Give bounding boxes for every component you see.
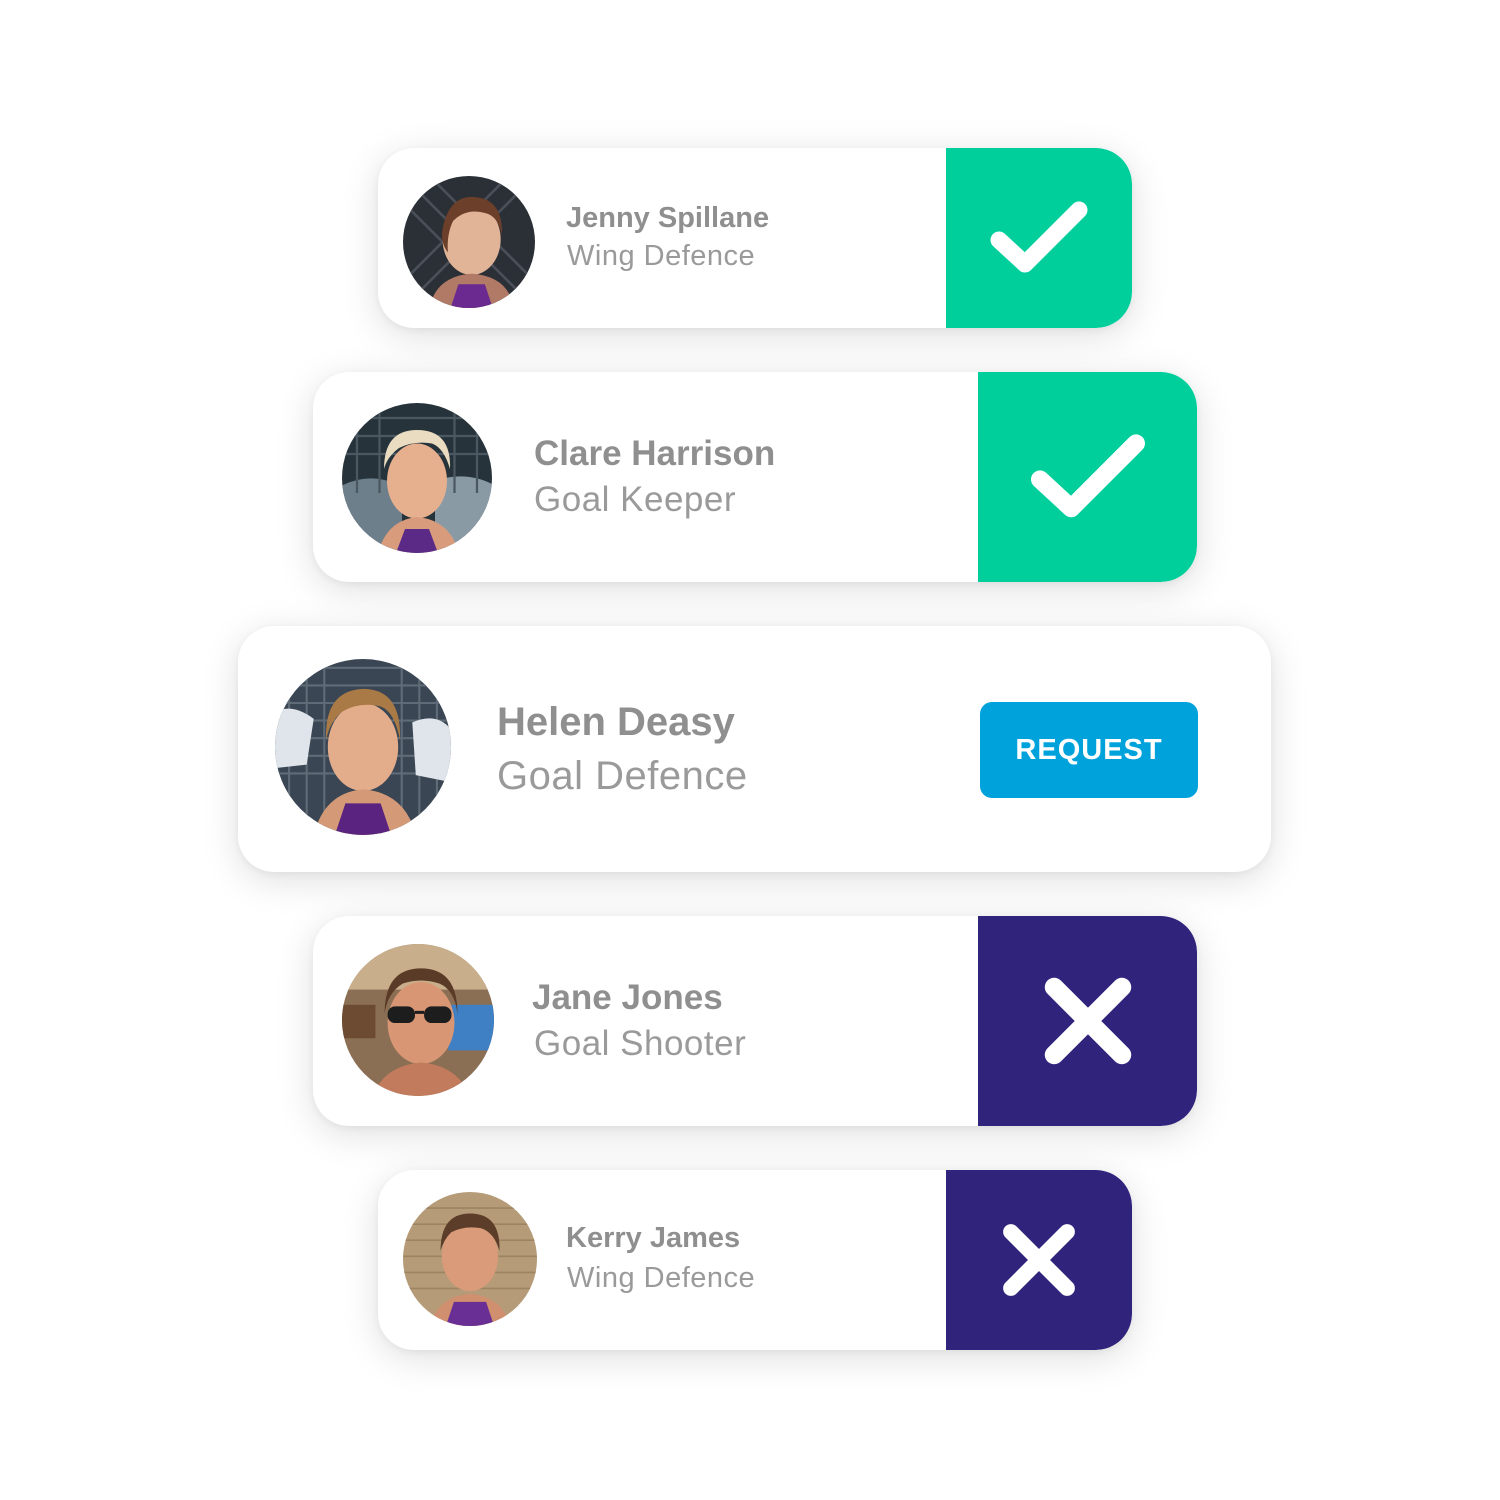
player-card-jane-jones: Jane Jones Goal Shooter: [313, 916, 1197, 1126]
player-avatar: [403, 1192, 537, 1326]
close-icon: [1003, 1224, 1075, 1296]
status-declined-button[interactable]: [946, 1170, 1132, 1350]
player-name: Jenny Spillane: [566, 202, 770, 234]
player-card-jenny-spillane: Jenny Spillane Wing Defence: [378, 148, 1132, 328]
player-position: Goal Defence: [497, 754, 748, 798]
player-card-clare-harrison: Clare Harrison Goal Keeper: [313, 372, 1197, 582]
player-name: Kerry James: [566, 1222, 741, 1254]
player-position: Goal Keeper: [534, 480, 737, 519]
player-name: Helen Deasy: [497, 700, 735, 744]
player-card-kerry-james: Kerry James Wing Defence: [378, 1170, 1132, 1350]
player-position: Goal Shooter: [534, 1024, 747, 1063]
check-icon: [1030, 434, 1145, 518]
player-position: Wing Defence: [567, 240, 756, 272]
player-card-helen-deasy: Helen Deasy Goal Defence REQUEST: [238, 626, 1271, 872]
close-icon: [1044, 977, 1131, 1065]
player-avatar: [403, 176, 535, 308]
status-declined-button[interactable]: [978, 916, 1197, 1126]
status-accepted-button[interactable]: [946, 148, 1132, 328]
check-icon: [990, 201, 1088, 273]
player-avatar: [342, 944, 494, 1096]
player-name: Jane Jones: [532, 978, 723, 1017]
status-accepted-button[interactable]: [978, 372, 1197, 582]
player-availability-list: Jenny Spillane Wing Defence Clare Harris…: [0, 0, 1500, 1500]
player-position: Wing Defence: [567, 1262, 756, 1294]
player-avatar: [342, 403, 492, 553]
player-name: Clare Harrison: [534, 434, 776, 473]
player-avatar: [275, 659, 451, 835]
request-button[interactable]: REQUEST: [980, 702, 1198, 798]
